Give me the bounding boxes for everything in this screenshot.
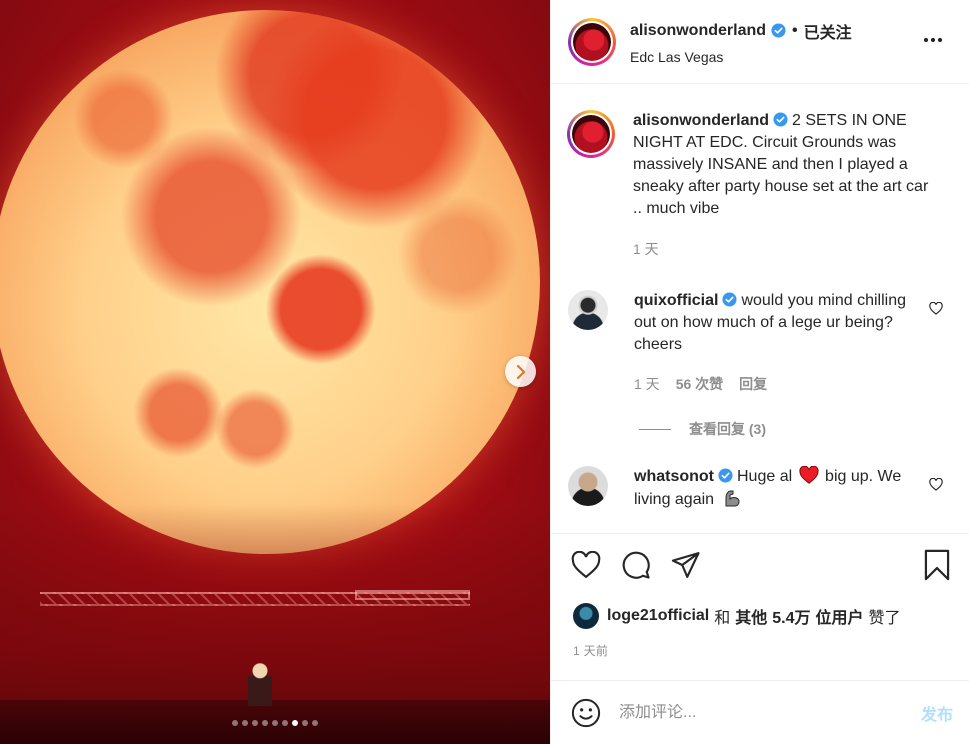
avatar — [572, 115, 610, 153]
likes-unit[interactable]: 位用户 — [816, 604, 864, 628]
verified-badge-icon — [771, 23, 786, 38]
commenter-avatar[interactable] — [568, 466, 608, 506]
liker-username[interactable]: loge21official — [607, 607, 709, 625]
carousel-dot — [242, 720, 248, 726]
carousel-dot — [292, 720, 298, 726]
comment-composer: 发布 — [551, 680, 969, 744]
heart-icon — [929, 301, 943, 315]
comment-username[interactable]: whatsonot — [634, 468, 714, 485]
post-detail-panel: alisonwonderland • 已关注 Edc Las Vegas ali… — [550, 0, 969, 744]
likes-others[interactable]: 其他 — [735, 604, 767, 628]
action-bar — [551, 533, 969, 595]
replies-divider — [639, 428, 671, 430]
view-replies-label: 查看回复 (3) — [689, 421, 766, 437]
comment-like-button[interactable] — [929, 301, 943, 320]
moon-screen-image — [0, 10, 540, 554]
more-options-button[interactable] — [923, 30, 943, 48]
comment-button[interactable] — [621, 550, 651, 580]
comment-likes[interactable]: 56 次赞 — [676, 373, 723, 395]
smiley-icon — [571, 698, 601, 727]
bookmark-icon — [924, 549, 950, 580]
carousel-dot — [232, 720, 238, 726]
comment-time[interactable]: 1 天 — [634, 373, 660, 395]
comment-item: quixofficial would you mind chilling out … — [568, 290, 953, 395]
stage-truss-right — [355, 590, 470, 600]
caption-username[interactable]: alisonwonderland — [633, 112, 769, 129]
verified-badge-icon — [718, 468, 733, 483]
caption-avatar[interactable] — [567, 110, 615, 158]
more-dots-icon — [923, 37, 943, 43]
post-date[interactable]: 1 天前 — [573, 642, 608, 659]
likes-count[interactable]: 5.4万 — [772, 604, 810, 628]
carousel-dot — [282, 720, 288, 726]
likes-and: 和 — [714, 610, 731, 627]
dj-figure — [248, 662, 272, 706]
comment-username[interactable]: quixofficial — [634, 292, 718, 309]
commenter-avatar[interactable] — [568, 290, 608, 330]
share-button[interactable] — [671, 551, 701, 579]
save-button[interactable] — [923, 549, 951, 581]
chevron-right-icon — [516, 364, 525, 379]
comment-text-start: Huge al — [737, 468, 793, 485]
carousel-dot — [312, 720, 318, 726]
carousel-dot — [272, 720, 278, 726]
likes-suffix: 赞了 — [868, 610, 901, 627]
caption: alisonwonderland 2 SETS IN ONE NIGHT AT E… — [567, 110, 953, 260]
reply-button[interactable]: 回复 — [739, 373, 767, 395]
red-heart-emoji-icon — [799, 465, 819, 484]
post-comment-button[interactable]: 发布 — [921, 701, 953, 725]
emoji-button[interactable] — [571, 698, 601, 728]
heart-icon — [929, 477, 943, 491]
send-icon — [671, 551, 700, 578]
comments-list[interactable]: alisonwonderland 2 SETS IN ONE NIGHT AT E… — [551, 85, 969, 533]
comment-like-button[interactable] — [929, 477, 943, 496]
carousel-dot — [302, 720, 308, 726]
view-replies-button[interactable]: 查看回复 (3) — [639, 419, 766, 439]
author-username[interactable]: alisonwonderland — [630, 22, 766, 40]
avatar — [573, 22, 611, 61]
post-header: alisonwonderland • 已关注 Edc Las Vegas — [551, 0, 969, 84]
caption-time[interactable]: 1 天 — [633, 238, 659, 260]
carousel-dot — [252, 720, 258, 726]
comment-item: whatsonot Huge al big up. We living again — [568, 465, 953, 511]
carousel-dots — [0, 720, 550, 726]
flexed-biceps-emoji-icon — [725, 490, 739, 507]
heart-icon — [571, 550, 601, 578]
header-separator: • — [792, 21, 798, 39]
comment-input[interactable] — [619, 703, 921, 722]
carousel-next-button[interactable] — [505, 356, 536, 387]
story-ring[interactable] — [568, 17, 616, 66]
comment-icon — [622, 551, 650, 579]
verified-badge-icon — [722, 292, 737, 307]
liker-avatar[interactable] — [573, 603, 599, 629]
location-link[interactable]: Edc Las Vegas — [630, 49, 953, 65]
following-button[interactable]: 已关注 — [804, 19, 852, 43]
likes-summary: loge21official 和 其他 5.4万 位用户 赞了 — [573, 603, 906, 629]
verified-badge-icon — [773, 112, 788, 127]
carousel-dot — [262, 720, 268, 726]
like-button[interactable] — [571, 550, 601, 579]
post-media[interactable] — [0, 0, 550, 744]
